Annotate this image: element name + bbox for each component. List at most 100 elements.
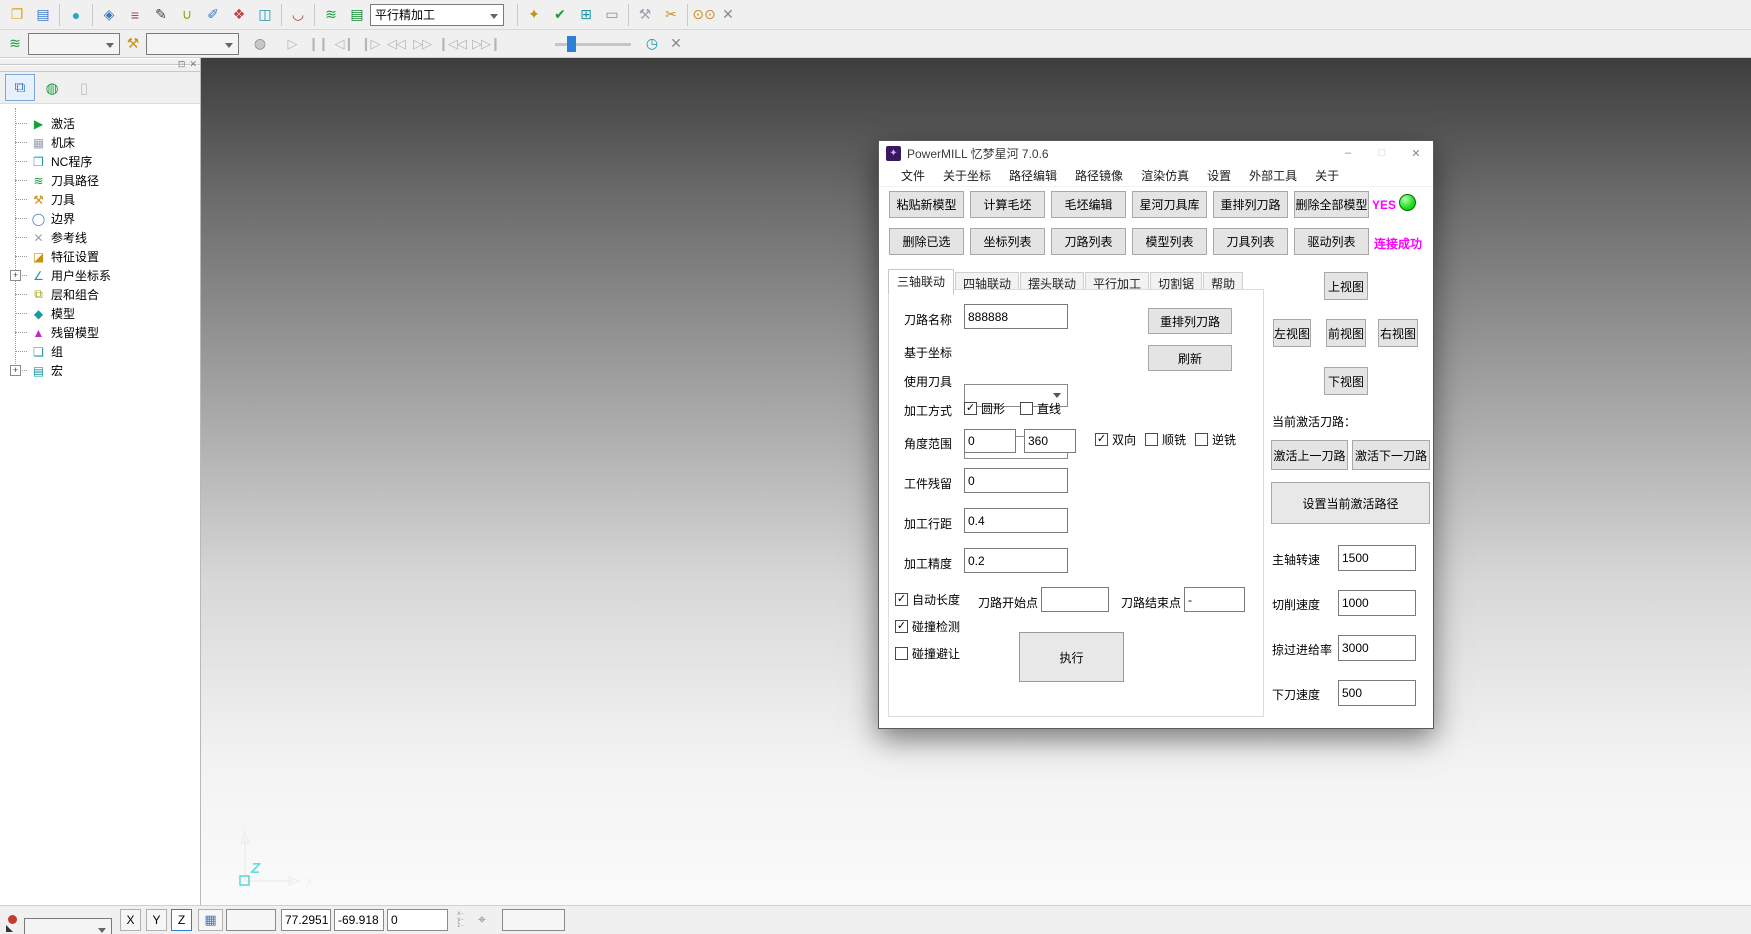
activate-next-button[interactable]: 激活下一刀路: [1352, 440, 1430, 470]
circular-checkbox[interactable]: ✓ 圆形: [964, 400, 1005, 417]
auto-length-checkbox[interactable]: ✓ 自动长度: [895, 591, 960, 608]
coord-z-field[interactable]: 0: [387, 909, 448, 931]
tree-item-activate[interactable]: ▶ 激活: [6, 114, 200, 133]
tree-item-levels[interactable]: ⧉ 层和组合: [6, 285, 200, 304]
calculator-icon[interactable]: ⊞: [573, 3, 599, 27]
trash-icon[interactable]: ▯: [69, 74, 99, 101]
menu-external-tools[interactable]: 外部工具: [1240, 167, 1306, 184]
coord-list-button[interactable]: 坐标列表: [970, 228, 1045, 255]
refresh-button[interactable]: 刷新: [1148, 345, 1232, 371]
tab-3axis[interactable]: 三轴联动: [888, 269, 954, 295]
toolbar-close-icon[interactable]: ✕: [717, 3, 739, 27]
save-project-icon[interactable]: ▤: [30, 3, 56, 27]
tree-item-models[interactable]: ◆ 模型: [6, 304, 200, 323]
set-active-path-button[interactable]: 设置当前激活路径: [1271, 482, 1430, 524]
right-view-button[interactable]: 右视图: [1378, 319, 1418, 347]
block-icon[interactable]: ◈: [96, 3, 122, 27]
toolpath-name-input[interactable]: [964, 304, 1068, 329]
verify-toolpath-icon[interactable]: ✔: [547, 3, 573, 27]
leads-links-icon[interactable]: ∪: [174, 3, 200, 27]
explorer-header[interactable]: ⊡ ✕: [0, 58, 200, 72]
bottom-view-button[interactable]: 下视图: [1324, 367, 1368, 395]
z-toggle-button[interactable]: Z: [171, 909, 192, 931]
tree-item-machine[interactable]: ▦ 机床: [6, 133, 200, 152]
coord-x-field[interactable]: 77.2951: [281, 909, 331, 931]
activate-prev-button[interactable]: 激活上一刀路: [1271, 440, 1348, 470]
tree-item-boundaries[interactable]: ◯ 边界: [6, 209, 200, 228]
menu-coordinates[interactable]: 关于坐标: [934, 167, 1000, 184]
end-point-input[interactable]: [1184, 587, 1245, 612]
cutting-speed-input[interactable]: [1338, 590, 1416, 616]
go-to-end-icon[interactable]: ▷▷❙: [469, 32, 503, 56]
reorder-toolpaths-button[interactable]: 重排列刀路: [1213, 191, 1288, 218]
tree-item-stock-models[interactable]: ▲ 残留模型: [6, 323, 200, 342]
stock-remain-input[interactable]: [964, 468, 1068, 493]
toolpath-icon[interactable]: ≋: [318, 3, 344, 27]
climb-checkbox[interactable]: 顺铣: [1145, 431, 1186, 448]
tree-item-groups[interactable]: ❏ 组: [6, 342, 200, 361]
rewind-icon[interactable]: ◁◁: [383, 32, 409, 56]
fast-forward-icon[interactable]: ▷▷: [409, 32, 435, 56]
tree-item-patterns[interactable]: ✕ 参考线: [6, 228, 200, 247]
step-forward-icon[interactable]: ❙▷: [357, 32, 383, 56]
go-to-start-icon[interactable]: ❙◁◁: [435, 32, 469, 56]
strategy-combobox[interactable]: 平行精加工: [370, 4, 504, 26]
measure-icon[interactable]: ▭: [599, 3, 625, 27]
bidirectional-checkbox[interactable]: ✓ 双向: [1095, 431, 1136, 448]
stock-models-toolbar-icon[interactable]: ⊙⊙: [691, 3, 717, 27]
sim-clock-icon[interactable]: ◷: [639, 32, 665, 56]
angle-end-input[interactable]: [1024, 429, 1076, 453]
x-toggle-button[interactable]: X: [120, 909, 141, 931]
delete-selected-button[interactable]: 删除已选: [889, 228, 964, 255]
status-combobox[interactable]: [24, 918, 112, 934]
tree-item-workplanes[interactable]: + ∠ 用户坐标系: [6, 266, 200, 285]
open-project-icon[interactable]: ❐: [4, 3, 30, 27]
strategy-list-icon[interactable]: ▤: [344, 3, 370, 27]
execute-button[interactable]: 执行: [1019, 632, 1124, 682]
coord-y-field[interactable]: -69.918: [334, 909, 384, 931]
sim-tool-combobox[interactable]: [146, 33, 239, 55]
panel-float-icon[interactable]: ⊡: [178, 59, 186, 70]
menu-file[interactable]: 文件: [892, 167, 934, 184]
sim-toolbar-close-icon[interactable]: ✕: [665, 32, 687, 56]
feature-icon[interactable]: ◫: [252, 3, 278, 27]
angle-start-input[interactable]: [964, 429, 1016, 453]
tree-view-icon[interactable]: ⧉: [5, 74, 35, 101]
left-view-button[interactable]: 左视图: [1273, 319, 1311, 347]
undercut-icon[interactable]: ◡: [285, 3, 311, 27]
pause-icon[interactable]: ❙❙: [305, 32, 331, 56]
viewmill-icon[interactable]: ●: [63, 3, 89, 27]
maximize-icon[interactable]: □: [1365, 141, 1399, 165]
skim-feed-input[interactable]: [1338, 635, 1416, 661]
menu-settings[interactable]: 设置: [1198, 167, 1240, 184]
tool-list-button[interactable]: 刀具列表: [1213, 228, 1288, 255]
grid-size-field[interactable]: [226, 909, 276, 931]
play-icon[interactable]: ▷: [279, 32, 305, 56]
front-view-button[interactable]: 前视图: [1326, 319, 1366, 347]
tree-item-nc-programs[interactable]: ❒ NC程序: [6, 152, 200, 171]
reorder-toolpath-button[interactable]: 重排列刀路: [1148, 308, 1232, 334]
line-checkbox[interactable]: 直线: [1020, 400, 1061, 417]
tolerance-input[interactable]: [964, 548, 1068, 573]
light-bulb-icon[interactable]: ◍: [247, 32, 273, 56]
step-back-icon[interactable]: ◁❙: [331, 32, 357, 56]
tool-pair-icon[interactable]: ⚒: [632, 3, 658, 27]
simulation-speed-slider[interactable]: [555, 34, 631, 54]
points-icon[interactable]: ❖: [226, 3, 252, 27]
minimize-icon[interactable]: –: [1331, 141, 1365, 165]
panel-close-icon[interactable]: ✕: [189, 59, 197, 70]
globe-icon[interactable]: ◍: [37, 74, 67, 101]
expand-icon[interactable]: +: [10, 270, 21, 281]
tree-item-feature-sets[interactable]: ◪ 特征设置: [6, 247, 200, 266]
y-toggle-button[interactable]: Y: [146, 909, 167, 931]
menu-about[interactable]: 关于: [1306, 167, 1348, 184]
pattern-icon[interactable]: ✐: [200, 3, 226, 27]
calc-stock-button[interactable]: 计算毛坯: [970, 191, 1045, 218]
menu-render-sim[interactable]: 渲染仿真: [1132, 167, 1198, 184]
record-dot-icon[interactable]: [8, 915, 17, 924]
tool-library-button[interactable]: 星河刀具库: [1132, 191, 1207, 218]
menu-path-mirror[interactable]: 路径镜像: [1066, 167, 1132, 184]
tree-item-tools[interactable]: ⚒ 刀具: [6, 190, 200, 209]
paste-new-model-button[interactable]: 粘贴新模型: [889, 191, 964, 218]
stock-edit-button[interactable]: 毛坯编辑: [1051, 191, 1126, 218]
